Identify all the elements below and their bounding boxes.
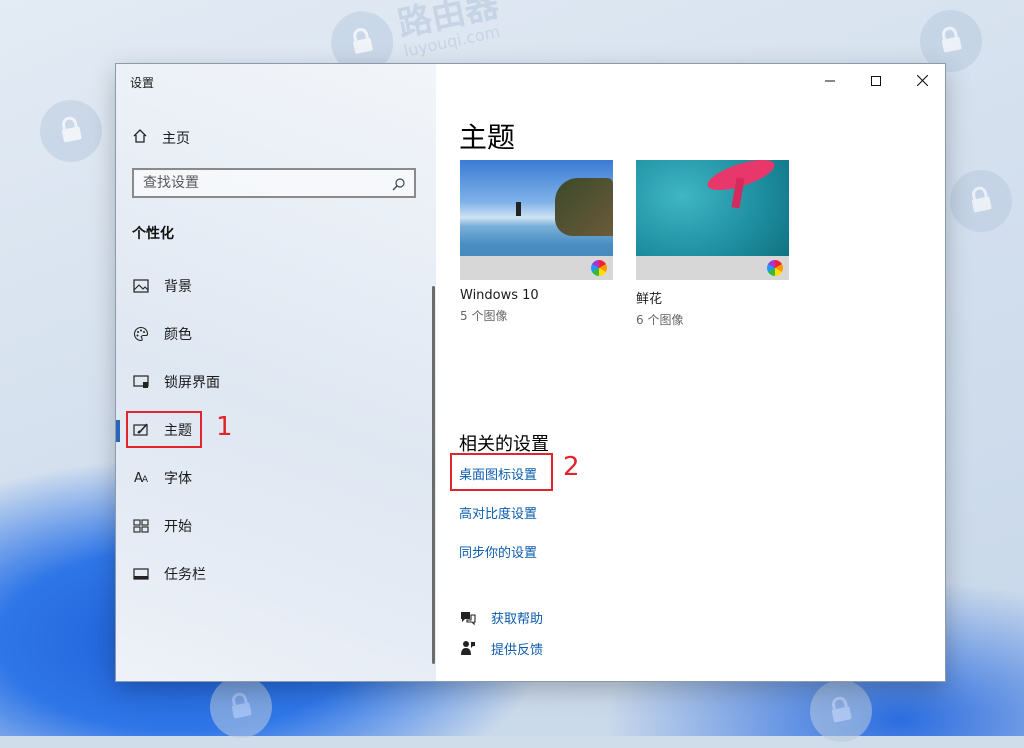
sidebar-scrollbar[interactable]: [432, 286, 435, 664]
lock-logo-icon: [204, 670, 278, 744]
window-title: 设置: [130, 76, 155, 90]
color-wheel-icon: [767, 260, 783, 276]
taskbar-icon: [132, 566, 149, 583]
theme-name: Windows 10: [460, 288, 539, 303]
watermark: [34, 94, 108, 168]
highlight-box-1: [126, 411, 202, 448]
theme-image-count: 6 个图像: [636, 313, 684, 327]
rock-formation: [555, 178, 613, 236]
sidebar: 设置 主页 个性化 背景 颜色 锁屏界面 主题: [116, 64, 436, 681]
sidebar-home-label: 主页: [162, 131, 190, 147]
theme-image-count: 5 个图像: [460, 309, 508, 323]
get-help-link[interactable]: 获取帮助: [459, 608, 543, 627]
sidebar-item-label: 背景: [164, 279, 192, 295]
sidebar-item-background[interactable]: 背景: [132, 276, 192, 296]
runner-silhouette: [516, 202, 521, 216]
sidebar-item-taskbar[interactable]: 任务栏: [132, 564, 206, 584]
picture-icon: [132, 278, 149, 295]
sidebar-item-lock-screen[interactable]: 锁屏界面: [132, 372, 220, 392]
theme-thumbnail[interactable]: [636, 160, 789, 280]
font-icon: AA: [133, 470, 148, 486]
theme-card-windows10[interactable]: Windows 10 5 个图像: [460, 160, 613, 324]
search-box[interactable]: [132, 168, 416, 198]
watermark: [944, 164, 1018, 238]
sidebar-item-fonts[interactable]: AA 字体: [132, 468, 192, 488]
search-input[interactable]: [143, 175, 383, 191]
give-feedback-link[interactable]: 提供反馈: [459, 639, 543, 658]
highlight-box-2: [450, 453, 553, 491]
settings-window: 设置 主页 个性化 背景 颜色 锁屏界面 主题: [116, 64, 945, 681]
lock-logo-icon: [34, 94, 108, 168]
sidebar-item-start[interactable]: 开始: [132, 516, 192, 536]
section-title: 个性化: [132, 226, 174, 242]
lock-logo-icon: [804, 674, 878, 748]
sidebar-item-label: 颜色: [164, 327, 192, 343]
color-wheel-icon: [591, 260, 607, 276]
annotation-number-1: 1: [216, 412, 233, 442]
lock-logo-icon: [944, 164, 1018, 238]
sync-settings-link[interactable]: 同步你的设置: [459, 542, 537, 561]
get-help-label: 获取帮助: [491, 612, 544, 627]
maximize-icon: [871, 71, 881, 90]
home-icon: [132, 128, 148, 148]
window-controls: [807, 64, 945, 96]
sidebar-item-label: 任务栏: [164, 567, 206, 583]
watermark: [804, 674, 878, 748]
theme-thumbnail[interactable]: [460, 160, 613, 280]
high-contrast-settings-link[interactable]: 高对比度设置: [459, 503, 537, 522]
maximize-button[interactable]: [853, 64, 899, 96]
lock-screen-icon: [132, 374, 149, 391]
theme-name: 鲜花: [636, 292, 663, 307]
sidebar-item-label: 开始: [164, 519, 192, 535]
sidebar-item-colors[interactable]: 颜色: [132, 324, 192, 344]
feedback-icon: [459, 640, 477, 658]
sidebar-item-label: 锁屏界面: [164, 375, 220, 391]
page-title: 主题: [459, 121, 516, 154]
annotation-number-2: 2: [563, 452, 580, 482]
active-indicator: [116, 420, 120, 442]
sidebar-item-label: 字体: [164, 471, 192, 487]
sidebar-home[interactable]: 主页: [132, 128, 190, 148]
give-feedback-label: 提供反馈: [491, 643, 544, 658]
search-icon[interactable]: [392, 176, 406, 195]
theme-card-flowers[interactable]: 鲜花 6 个图像: [636, 160, 789, 328]
minimize-icon: [825, 71, 835, 90]
palette-icon: [132, 326, 149, 343]
close-icon: [916, 71, 928, 90]
close-button[interactable]: [899, 64, 945, 96]
main-content: 主题 Windows 10 5 个图像 鲜花 6 个图像 相关的设置 桌面图标设…: [436, 64, 945, 681]
start-icon: [132, 518, 149, 535]
watermark: [204, 670, 278, 744]
minimize-button[interactable]: [807, 64, 853, 96]
help-chat-icon: [459, 609, 477, 627]
